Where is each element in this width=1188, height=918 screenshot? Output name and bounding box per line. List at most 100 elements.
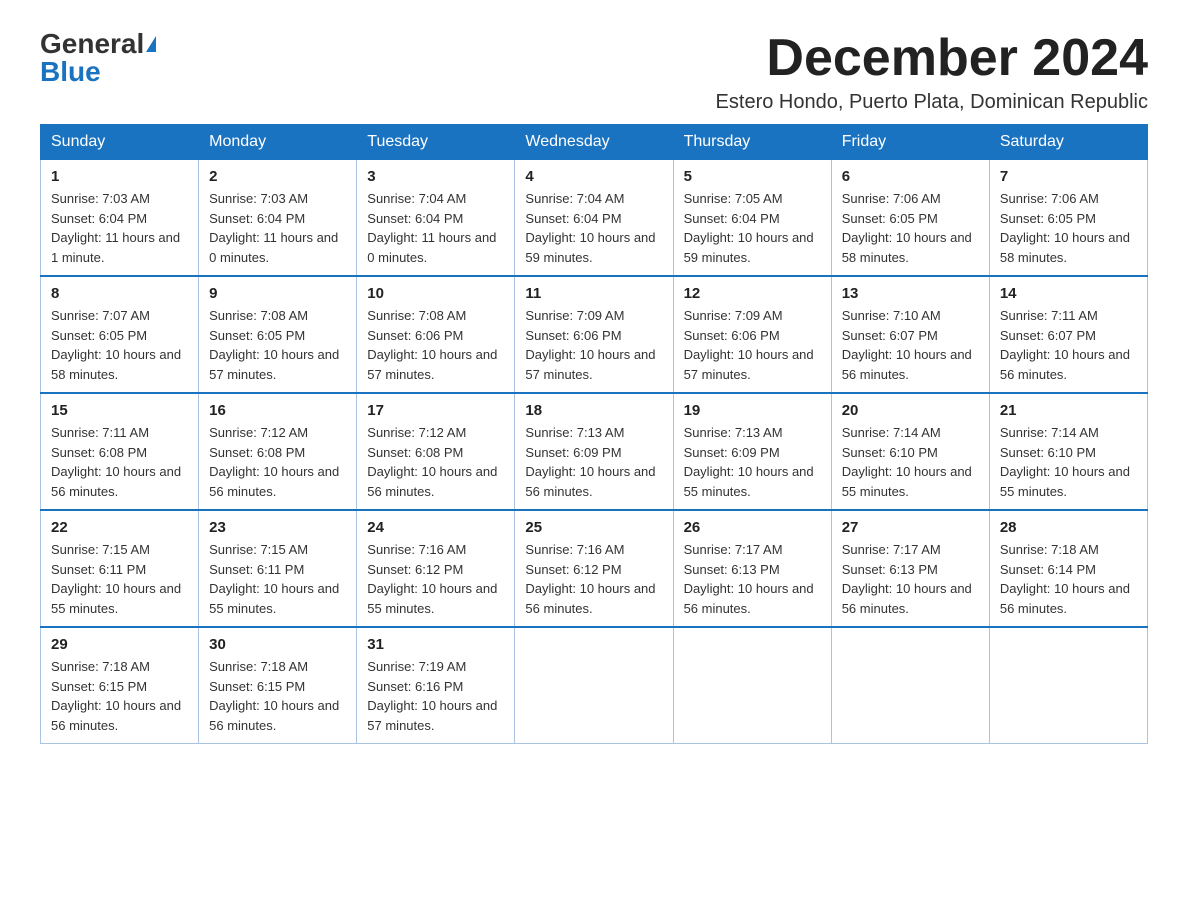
day-info: Sunrise: 7:15 AMSunset: 6:11 PMDaylight:… [51, 540, 188, 618]
day-info: Sunrise: 7:18 AMSunset: 6:15 PMDaylight:… [51, 657, 188, 735]
calendar-day-cell: 23Sunrise: 7:15 AMSunset: 6:11 PMDayligh… [199, 510, 357, 627]
calendar-week-row: 22 Sunrise: 7:15 AMSunset: 6:11 PMDayligh… [41, 510, 1148, 627]
day-info: Sunrise: 7:16 AMSunset: 6:12 PMDaylight:… [525, 540, 662, 618]
day-number: 29 [51, 636, 188, 653]
day-info: Sunrise: 7:03 AMSunset: 6:04 PMDaylight:… [209, 189, 346, 267]
day-info: Sunrise: 7:12 AMSunset: 6:08 PMDaylight:… [367, 423, 504, 501]
day-number: 22 [51, 519, 188, 536]
calendar-day-cell [831, 627, 989, 744]
logo-blue-text: Blue [40, 58, 101, 86]
calendar-week-row: 29 Sunrise: 7:18 AMSunset: 6:15 PMDayligh… [41, 627, 1148, 744]
calendar-day-cell: 31 Sunrise: 7:19 AMSunset: 6:16 PMDayligh… [357, 627, 515, 744]
calendar-day-cell: 12 Sunrise: 7:09 AMSunset: 6:06 PMDayligh… [673, 276, 831, 393]
calendar-day-cell: 9 Sunrise: 7:08 AMSunset: 6:05 PMDaylight… [199, 276, 357, 393]
calendar-day-cell: 18Sunrise: 7:13 AMSunset: 6:09 PMDayligh… [515, 393, 673, 510]
weekday-header-wednesday: Wednesday [515, 125, 673, 160]
page-header: General Blue December 2024 Estero Hondo,… [40, 30, 1148, 114]
day-number: 25 [525, 519, 662, 536]
day-info: Sunrise: 7:17 AMSunset: 6:13 PMDaylight:… [842, 540, 979, 618]
calendar-day-cell: 2 Sunrise: 7:03 AMSunset: 6:04 PMDaylight… [199, 160, 357, 277]
day-info: Sunrise: 7:10 AMSunset: 6:07 PMDaylight:… [842, 306, 979, 384]
title-area: December 2024 Estero Hondo, Puerto Plata… [716, 30, 1148, 114]
day-info: Sunrise: 7:04 AMSunset: 6:04 PMDaylight:… [367, 189, 504, 267]
day-number: 26 [684, 519, 821, 536]
day-info: Sunrise: 7:17 AMSunset: 6:13 PMDaylight:… [684, 540, 821, 618]
day-info: Sunrise: 7:09 AMSunset: 6:06 PMDaylight:… [525, 306, 662, 384]
day-number: 9 [209, 285, 346, 302]
day-number: 2 [209, 168, 346, 185]
calendar-day-cell: 21 Sunrise: 7:14 AMSunset: 6:10 PMDayligh… [989, 393, 1147, 510]
weekday-header-tuesday: Tuesday [357, 125, 515, 160]
day-number: 11 [525, 285, 662, 302]
logo-general-text: General [40, 30, 144, 58]
day-number: 20 [842, 402, 979, 419]
weekday-header-sunday: Sunday [41, 125, 199, 160]
calendar-day-cell: 19 Sunrise: 7:13 AMSunset: 6:09 PMDayligh… [673, 393, 831, 510]
calendar-day-cell: 20 Sunrise: 7:14 AMSunset: 6:10 PMDayligh… [831, 393, 989, 510]
day-info: Sunrise: 7:16 AMSunset: 6:12 PMDaylight:… [367, 540, 504, 618]
day-info: Sunrise: 7:11 AMSunset: 6:07 PMDaylight:… [1000, 306, 1137, 384]
day-info: Sunrise: 7:08 AMSunset: 6:05 PMDaylight:… [209, 306, 346, 384]
weekday-header-thursday: Thursday [673, 125, 831, 160]
day-number: 21 [1000, 402, 1137, 419]
calendar-day-cell: 28 Sunrise: 7:18 AMSunset: 6:14 PMDayligh… [989, 510, 1147, 627]
day-number: 15 [51, 402, 188, 419]
day-info: Sunrise: 7:07 AMSunset: 6:05 PMDaylight:… [51, 306, 188, 384]
calendar-day-cell: 16Sunrise: 7:12 AMSunset: 6:08 PMDayligh… [199, 393, 357, 510]
day-info: Sunrise: 7:08 AMSunset: 6:06 PMDaylight:… [367, 306, 504, 384]
day-number: 13 [842, 285, 979, 302]
day-info: Sunrise: 7:04 AMSunset: 6:04 PMDaylight:… [525, 189, 662, 267]
day-info: Sunrise: 7:14 AMSunset: 6:10 PMDaylight:… [1000, 423, 1137, 501]
calendar-day-cell: 6 Sunrise: 7:06 AMSunset: 6:05 PMDaylight… [831, 160, 989, 277]
day-info: Sunrise: 7:05 AMSunset: 6:04 PMDaylight:… [684, 189, 821, 267]
day-info: Sunrise: 7:19 AMSunset: 6:16 PMDaylight:… [367, 657, 504, 735]
day-number: 10 [367, 285, 504, 302]
calendar-day-cell: 22 Sunrise: 7:15 AMSunset: 6:11 PMDayligh… [41, 510, 199, 627]
day-number: 12 [684, 285, 821, 302]
calendar-day-cell: 29 Sunrise: 7:18 AMSunset: 6:15 PMDayligh… [41, 627, 199, 744]
day-number: 19 [684, 402, 821, 419]
day-info: Sunrise: 7:11 AMSunset: 6:08 PMDaylight:… [51, 423, 188, 501]
day-info: Sunrise: 7:13 AMSunset: 6:09 PMDaylight:… [684, 423, 821, 501]
calendar-day-cell [515, 627, 673, 744]
calendar-day-cell: 15 Sunrise: 7:11 AMSunset: 6:08 PMDayligh… [41, 393, 199, 510]
logo-triangle-icon [146, 36, 156, 52]
day-info: Sunrise: 7:06 AMSunset: 6:05 PMDaylight:… [1000, 189, 1137, 267]
day-number: 3 [367, 168, 504, 185]
day-number: 23 [209, 519, 346, 536]
day-number: 14 [1000, 285, 1137, 302]
day-info: Sunrise: 7:09 AMSunset: 6:06 PMDaylight:… [684, 306, 821, 384]
day-info: Sunrise: 7:03 AMSunset: 6:04 PMDaylight:… [51, 189, 188, 267]
day-number: 4 [525, 168, 662, 185]
calendar-day-cell: 5 Sunrise: 7:05 AMSunset: 6:04 PMDaylight… [673, 160, 831, 277]
calendar-week-row: 15 Sunrise: 7:11 AMSunset: 6:08 PMDayligh… [41, 393, 1148, 510]
calendar-day-cell: 1Sunrise: 7:03 AMSunset: 6:04 PMDaylight… [41, 160, 199, 277]
weekday-header-saturday: Saturday [989, 125, 1147, 160]
calendar-day-cell: 25 Sunrise: 7:16 AMSunset: 6:12 PMDayligh… [515, 510, 673, 627]
calendar-day-cell: 27 Sunrise: 7:17 AMSunset: 6:13 PMDayligh… [831, 510, 989, 627]
weekday-header-monday: Monday [199, 125, 357, 160]
day-number: 28 [1000, 519, 1137, 536]
day-number: 6 [842, 168, 979, 185]
calendar-day-cell: 14 Sunrise: 7:11 AMSunset: 6:07 PMDayligh… [989, 276, 1147, 393]
day-info: Sunrise: 7:06 AMSunset: 6:05 PMDaylight:… [842, 189, 979, 267]
day-number: 7 [1000, 168, 1137, 185]
calendar-week-row: 1Sunrise: 7:03 AMSunset: 6:04 PMDaylight… [41, 160, 1148, 277]
calendar-day-cell: 8Sunrise: 7:07 AMSunset: 6:05 PMDaylight… [41, 276, 199, 393]
day-number: 5 [684, 168, 821, 185]
day-info: Sunrise: 7:14 AMSunset: 6:10 PMDaylight:… [842, 423, 979, 501]
weekday-header-row: SundayMondayTuesdayWednesdayThursdayFrid… [41, 125, 1148, 160]
day-info: Sunrise: 7:18 AMSunset: 6:14 PMDaylight:… [1000, 540, 1137, 618]
weekday-header-friday: Friday [831, 125, 989, 160]
calendar-day-cell: 26 Sunrise: 7:17 AMSunset: 6:13 PMDayligh… [673, 510, 831, 627]
calendar-day-cell: 24Sunrise: 7:16 AMSunset: 6:12 PMDayligh… [357, 510, 515, 627]
logo: General Blue [40, 30, 156, 86]
calendar-day-cell: 3 Sunrise: 7:04 AMSunset: 6:04 PMDaylight… [357, 160, 515, 277]
location-title: Estero Hondo, Puerto Plata, Dominican Re… [716, 91, 1148, 114]
day-info: Sunrise: 7:18 AMSunset: 6:15 PMDaylight:… [209, 657, 346, 735]
day-info: Sunrise: 7:13 AMSunset: 6:09 PMDaylight:… [525, 423, 662, 501]
month-title: December 2024 [716, 30, 1148, 87]
day-number: 31 [367, 636, 504, 653]
calendar-table: SundayMondayTuesdayWednesdayThursdayFrid… [40, 124, 1148, 744]
day-number: 27 [842, 519, 979, 536]
